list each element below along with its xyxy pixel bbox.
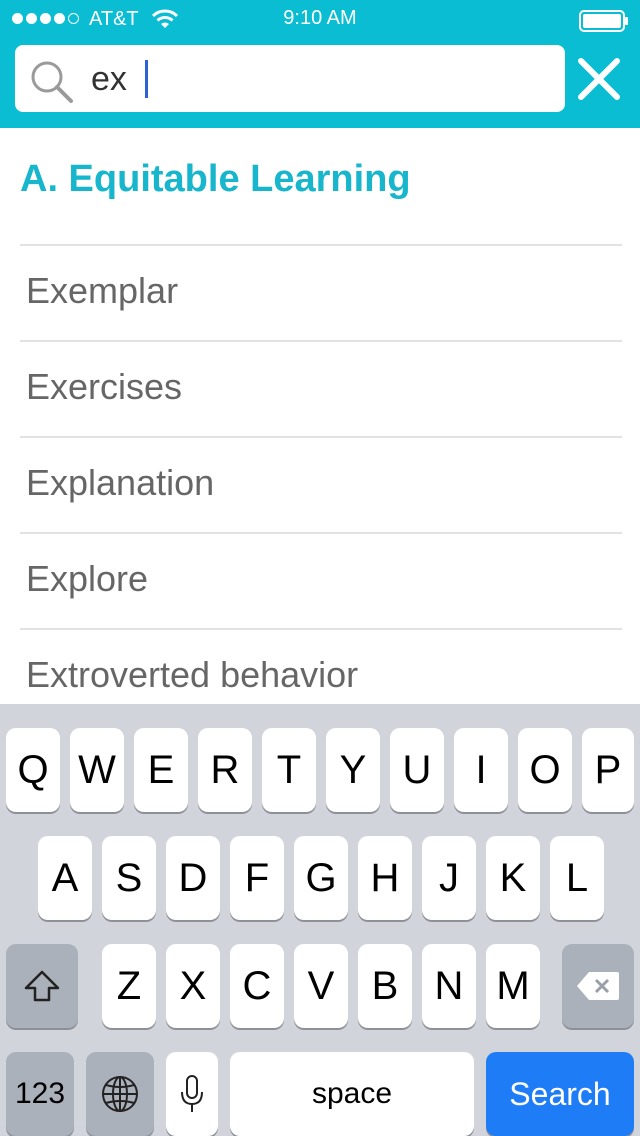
key-v[interactable]: V: [294, 944, 348, 1028]
search-input[interactable]: ex: [91, 57, 127, 101]
shift-icon: [24, 970, 60, 1002]
key-t[interactable]: T: [262, 728, 316, 812]
list-item-explore[interactable]: Explore: [20, 532, 622, 628]
key-x[interactable]: X: [166, 944, 220, 1028]
key-g[interactable]: G: [294, 836, 348, 920]
key-w[interactable]: W: [70, 728, 124, 812]
globe-icon: [102, 1076, 138, 1112]
key-e[interactable]: E: [134, 728, 188, 812]
search-bar[interactable]: ex: [15, 45, 565, 112]
list-item-explanation[interactable]: Explanation: [20, 436, 622, 532]
list-item-label: Extroverted behavior: [26, 654, 359, 695]
battery-icon: [579, 10, 628, 32]
key-o[interactable]: O: [518, 728, 572, 812]
key-d[interactable]: D: [166, 836, 220, 920]
key-q[interactable]: Q: [6, 728, 60, 812]
shift-key[interactable]: [6, 944, 78, 1028]
key-p[interactable]: P: [582, 728, 634, 812]
key-a[interactable]: A: [38, 836, 92, 920]
space-key[interactable]: space: [230, 1052, 474, 1136]
list-item-label: Explore: [26, 558, 149, 599]
list-item-exemplar[interactable]: Exemplar: [20, 244, 622, 340]
search-key[interactable]: Search: [486, 1052, 634, 1136]
close-icon[interactable]: [572, 52, 626, 106]
key-h[interactable]: H: [358, 836, 412, 920]
list-item-label: Exercises: [26, 366, 183, 407]
numbers-key[interactable]: 123: [6, 1052, 74, 1136]
list-item-label: Exemplar: [26, 270, 179, 311]
key-c[interactable]: C: [230, 944, 284, 1028]
key-r[interactable]: R: [198, 728, 252, 812]
key-f[interactable]: F: [230, 836, 284, 920]
keyboard: Q W E R T Y U I O P A S D F G H J K L Z …: [0, 704, 640, 1136]
key-b[interactable]: B: [358, 944, 412, 1028]
delete-key[interactable]: [562, 944, 634, 1028]
backspace-icon: [577, 972, 619, 1000]
key-s[interactable]: S: [102, 836, 156, 920]
key-l[interactable]: L: [550, 836, 604, 920]
status-bar: AT&T 9:10 AM: [0, 0, 640, 40]
key-z[interactable]: Z: [102, 944, 156, 1028]
globe-key[interactable]: [86, 1052, 154, 1136]
text-cursor: [145, 60, 148, 98]
section-title: A. Equitable Learning: [20, 158, 411, 200]
list-item-label: Explanation: [26, 462, 215, 503]
top-header: AT&T 9:10 AM ex: [0, 0, 640, 128]
key-k[interactable]: K: [486, 836, 540, 920]
microphone-icon: [181, 1075, 203, 1112]
status-time: 9:10 AM: [283, 7, 357, 29]
key-y[interactable]: Y: [326, 728, 380, 812]
list-item-exercises[interactable]: Exercises: [20, 340, 622, 436]
microphone-key[interactable]: [166, 1052, 218, 1136]
key-n[interactable]: N: [422, 944, 476, 1028]
key-m[interactable]: M: [486, 944, 540, 1028]
key-j[interactable]: J: [422, 836, 476, 920]
search-icon: [31, 61, 73, 103]
key-u[interactable]: U: [390, 728, 444, 812]
key-i[interactable]: I: [454, 728, 508, 812]
